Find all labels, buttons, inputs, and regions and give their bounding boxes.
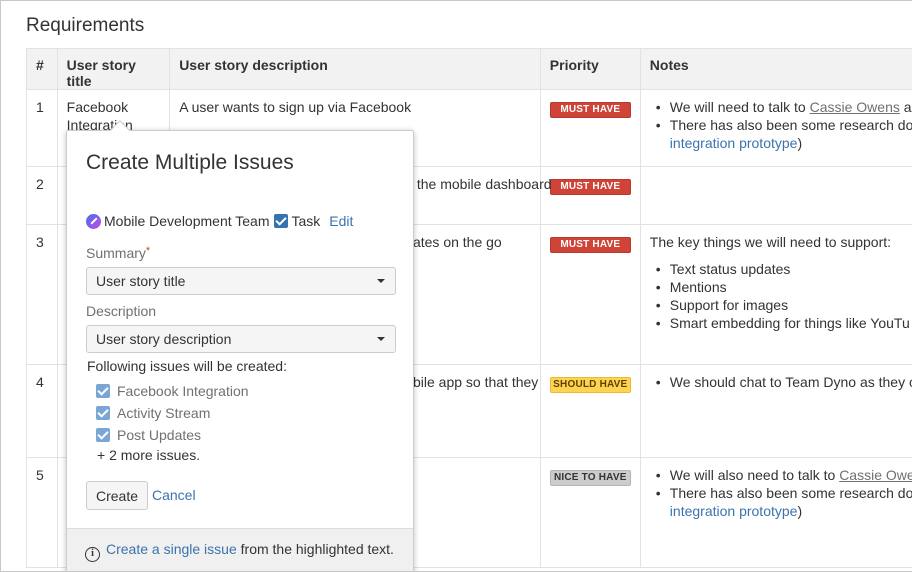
summary-label: Summary* [86,245,150,261]
priority-lozenge: MUST HAVE [549,179,631,195]
summary-select-value: User story title [96,273,186,289]
footer-text: from the highlighted text. [236,541,394,557]
row-priority: MUST HAVE [539,89,641,167]
summary-select[interactable]: User story title [86,267,396,295]
priority-lozenge: SHOULD HAVE [549,377,631,393]
issue-list-item[interactable]: Activity Stream [96,402,249,424]
header-user-story-description: User story description [169,48,541,90]
issue-type-name: Task [291,213,321,229]
more-issues-text: + 2 more issues. [97,447,201,463]
issue-name: Activity Stream [117,405,211,421]
following-issues-label: Following issues will be created: [87,358,287,374]
row-number: 1 [26,89,58,167]
row-number: 3 [26,224,58,365]
row-title-line: Facebook [66,99,129,115]
page-title: Requirements [26,15,145,36]
row-priority: MUST HAVE [539,166,641,225]
checkbox-checked-icon[interactable] [96,384,110,398]
row-priority: SHOULD HAVE [539,364,641,458]
issue-name: Post Updates [117,427,202,443]
create-multiple-issues-dialog: Create Multiple Issues Mobile Developmen… [66,120,414,571]
priority-lozenge: MUST HAVE [549,237,631,253]
checkbox-checked-icon[interactable] [96,406,110,420]
priority-lozenge: MUST HAVE [549,102,631,118]
notes-intro: The key things we will need to support: [649,234,892,250]
chevron-down-icon [377,337,385,341]
notes-bullet: Smart embedding for things like YouTu [650,314,912,332]
cancel-button[interactable]: Cancel [152,487,196,503]
header-priority: Priority [539,48,641,90]
notes-bullet: We should chat to Team Dyno as they c [650,373,912,391]
create-single-issue-link[interactable]: Create a single issue [106,541,237,557]
notes-text: We will also need to talk to [669,467,840,483]
header-user-story-title: User story title [56,48,171,90]
issue-name: Facebook Integration [117,383,249,399]
notes-text: a [899,99,912,115]
checkbox-checked-icon[interactable] [96,428,110,442]
project-row: Mobile Development Team Task Edit [86,213,353,229]
notes-bullet: Text status updates [650,260,912,278]
dialog-footer: i Create a single issue from the highligh… [67,528,413,571]
row-notes [639,166,912,225]
notes-bullet: We will also need to talk to Cassie Owe [650,466,912,484]
user-mention-link[interactable]: Cassie Owens [810,99,900,115]
row-priority: NICE TO HAVE [539,457,641,568]
row-number: 4 [26,364,58,458]
notes-bullet: There has also been some research do [650,116,912,134]
chevron-down-icon [377,279,385,283]
row-notes: We will also need to talk to Cassie Owe … [639,457,912,568]
notes-bullet: Mentions [650,278,912,296]
page-frame: Requirements # User story title User sto… [0,0,912,572]
dialog-title: Create Multiple Issues [86,151,294,174]
notes-subline: integration prototype) [650,134,912,152]
row-notes: The key things we will need to support: … [639,224,912,365]
description-select-value: User story description [96,331,232,347]
user-mention-link[interactable]: Cassie Owe [839,467,912,483]
row-description-text: a the mobile dashboard [405,176,552,192]
prototype-link[interactable]: integration prototype [670,503,798,519]
notes-bullet: There has also been some research do [650,484,912,502]
notes-text: ) [797,503,803,519]
row-notes: We will need to talk to Cassie Owens a T… [639,89,912,167]
row-number: 5 [26,457,58,568]
row-priority: MUST HAVE [539,224,641,365]
header-notes: Notes [639,48,912,90]
project-avatar-icon [86,213,101,229]
task-type-icon [273,214,288,228]
description-select[interactable]: User story description [86,325,396,353]
create-button[interactable]: Create [86,481,149,510]
notes-text: There has also been some research do [669,485,912,501]
issue-list-item[interactable]: Post Updates [96,424,249,446]
notes-text: There has also been some research do [669,117,912,133]
notes-subline: integration prototype) [650,502,912,520]
prototype-link[interactable]: integration prototype [670,135,798,151]
priority-lozenge: NICE TO HAVE [549,470,631,486]
project-name: Mobile Development Team [104,213,270,229]
row-description-text: dates on the go [405,234,502,250]
issue-list: Facebook Integration Activity Stream Pos… [96,380,249,446]
notes-bullet: We will need to talk to Cassie Owens a [650,98,912,116]
row-notes: We should chat to Team Dyno as they c [639,364,912,458]
required-marker: * [145,245,151,257]
header-number: # [26,48,58,90]
info-icon: i [85,547,100,562]
issue-list-item[interactable]: Facebook Integration [96,380,249,402]
row-number: 2 [26,166,58,225]
notes-text: We will need to talk to [669,99,810,115]
notes-text: ) [797,135,803,151]
table-header-row: # User story title User story descriptio… [26,48,912,90]
notes-bullet: Support for images [650,296,912,314]
row-description-text: obile app so that they [405,374,539,390]
description-label: Description [86,303,157,319]
edit-link[interactable]: Edit [329,213,353,229]
summary-label-text: Summary [86,245,146,261]
